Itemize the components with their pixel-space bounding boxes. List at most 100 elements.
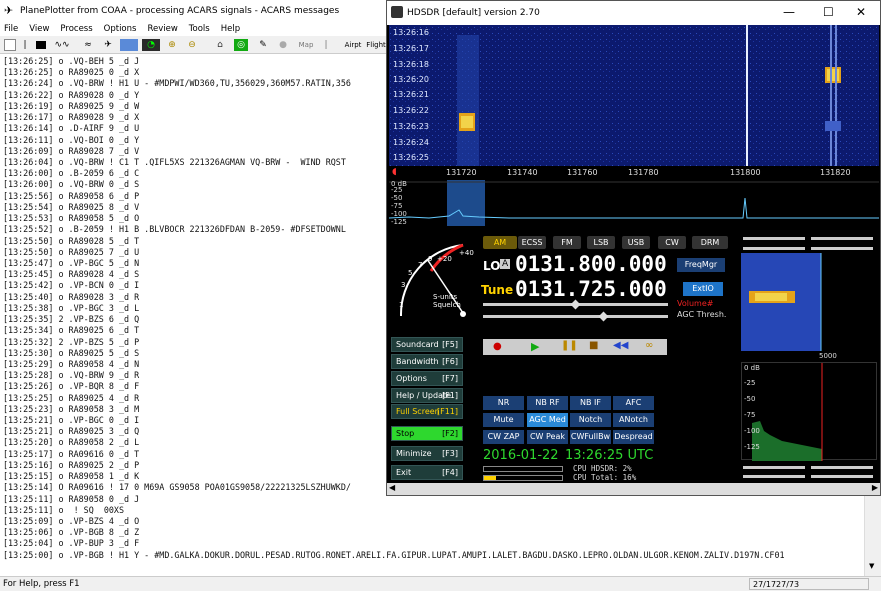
maximize-icon[interactable]: ☐ <box>823 5 834 19</box>
notch-button[interactable]: Notch <box>570 413 611 427</box>
mode-am-button[interactable]: AM <box>483 236 517 249</box>
right-slider[interactable] <box>811 247 873 250</box>
smeter-scale-label: +40 <box>459 249 474 257</box>
nr-button[interactable]: NR <box>483 396 524 410</box>
bandwidth-button[interactable]: Bandwidth [F6] <box>391 354 463 369</box>
afc-button[interactable]: AFC <box>613 396 654 410</box>
cw-zap-button[interactable]: CW ZAP <box>483 430 524 444</box>
waterfall-display[interactable]: 13:26:16 13:26:17 13:26:18 13:26:20 13:2… <box>389 25 879 166</box>
record-icon[interactable]: ● <box>493 341 502 352</box>
lo-frequency[interactable]: 0131.800.000 <box>515 252 667 276</box>
extio-button[interactable]: ExtIO <box>683 282 723 296</box>
right-slider[interactable] <box>743 475 805 478</box>
flight-button[interactable]: Flight <box>366 39 386 51</box>
agc-slider-knob[interactable] <box>598 311 609 322</box>
scroll-right-icon[interactable]: ▶ <box>872 483 878 492</box>
mode-cw-button[interactable]: CW <box>658 236 686 249</box>
sine-icon[interactable]: ≈ <box>78 39 98 51</box>
agc-med-button[interactable]: AGC Med <box>527 413 568 427</box>
scroll-down-icon[interactable]: ▼ <box>869 562 877 570</box>
right-slider[interactable] <box>811 466 873 469</box>
menu-options[interactable]: Options <box>104 24 137 34</box>
stop-button[interactable]: Stop [F2] <box>391 426 463 441</box>
menu-view[interactable]: View <box>29 24 49 34</box>
disc-icon[interactable]: ● <box>278 39 288 51</box>
stop-square-icon[interactable] <box>36 41 46 49</box>
mode-drm-button[interactable]: DRM <box>692 236 728 249</box>
play-icon[interactable]: ▶ <box>531 340 539 353</box>
options-button[interactable]: Options [F7] <box>391 371 463 386</box>
menu-file[interactable]: File <box>4 24 18 34</box>
menu-process[interactable]: Process <box>60 24 92 34</box>
new-icon[interactable] <box>4 39 16 51</box>
soundcard-button[interactable]: Soundcard [F5] <box>391 337 463 352</box>
close-icon[interactable]: ✕ <box>856 5 866 19</box>
cw-fullbw-button[interactable]: CWFullBw <box>570 430 611 444</box>
mini-spectrum[interactable]: 0 dB -25 -50 -75 -100 -125 <box>741 362 877 461</box>
cpu-total-text: CPU Total: 16% <box>573 473 637 482</box>
home-icon[interactable]: ⌂ <box>214 39 226 51</box>
menu-review[interactable]: Review <box>147 24 177 34</box>
right-slider[interactable] <box>743 247 805 250</box>
time-display: 13:26:25 UTC <box>565 448 654 463</box>
right-slider[interactable] <box>743 466 805 469</box>
frequency-axis[interactable]: ◖ 131720 131740 131760 131780 131800 131… <box>389 166 879 180</box>
log-line: [13:25:28] o .VQ-BRW 9 _d R <box>3 370 140 381</box>
menu-tools[interactable]: Tools <box>189 24 210 34</box>
zoom-out-icon[interactable]: ⊖ <box>186 39 198 51</box>
full-screen-button[interactable]: Full Screen [F11] <box>391 404 463 419</box>
despread-button[interactable]: Despread <box>613 430 654 444</box>
log-line: [13:25:45] o RA89028 4 _d S <box>3 269 140 280</box>
right-slider[interactable] <box>743 237 805 240</box>
map-button[interactable]: Map <box>296 39 316 51</box>
mini-waterfall[interactable] <box>741 253 877 351</box>
right-slider[interactable] <box>811 475 873 478</box>
waterfall-time: 13:26:20 <box>393 75 429 84</box>
button-shortcut: [F6] <box>442 357 458 366</box>
scroll-left-icon[interactable]: ◀ <box>389 483 395 492</box>
waterfall-time: 13:26:23 <box>393 122 429 131</box>
mute-button[interactable]: Mute <box>483 413 524 427</box>
stop-icon[interactable]: ■ <box>589 340 598 351</box>
marker-left-icon[interactable]: ◖ <box>392 167 397 177</box>
map-view-icon[interactable] <box>120 39 138 51</box>
right-slider[interactable] <box>811 237 873 240</box>
mode-ecss-button[interactable]: ECSS <box>518 236 546 249</box>
zoom-in-icon[interactable]: ⊕ <box>166 39 178 51</box>
loop-icon[interactable]: ∞ <box>645 340 653 351</box>
tune-frequency[interactable]: 0131.725.000 <box>515 277 667 301</box>
anotch-button[interactable]: ANotch <box>613 413 654 427</box>
spectrum-display[interactable]: 0 dB -25 -50 -75 -100 -125 <box>389 180 879 226</box>
nb-if-button[interactable]: NB IF <box>570 396 611 410</box>
exit-button[interactable]: Exit [F4] <box>391 465 463 480</box>
log-line: [13:25:53] o RA89058 5 _d O <box>3 213 140 224</box>
volume-label: Volume# <box>677 299 714 308</box>
log-line: [13:25:04] o .VP-BUP 3 _d F <box>3 538 140 549</box>
scope-icon[interactable]: ◔ <box>142 39 160 51</box>
freqmgr-button[interactable]: FreqMgr <box>677 258 725 272</box>
minimize-button[interactable]: Minimize [F3] <box>391 446 463 461</box>
wave-icon[interactable]: ∿∿ <box>52 39 72 51</box>
nb-rf-button[interactable]: NB RF <box>527 396 568 410</box>
volume-slider-knob[interactable] <box>570 299 581 310</box>
plane-tool-icon[interactable]: ✈ <box>102 39 114 51</box>
airport-button[interactable]: Airpt <box>342 39 364 51</box>
rewind-icon[interactable]: ◀◀ <box>613 340 628 351</box>
mode-fm-button[interactable]: FM <box>553 236 581 249</box>
cw-peak-button[interactable]: CW Peak <box>527 430 568 444</box>
minimize-icon[interactable]: — <box>783 5 795 19</box>
log-line: [13:26:25] o .VQ-BEH 5 _d J <box>3 56 140 66</box>
mode-usb-button[interactable]: USB <box>622 236 650 249</box>
log-line: [13:25:50] o RA89028 5 _d T <box>3 235 140 246</box>
target-icon[interactable]: ◎ <box>234 39 248 51</box>
pause-icon[interactable]: ❚❚ <box>561 340 578 351</box>
hdsdr-horizontal-scrollbar[interactable]: ◀ ▶ <box>387 483 880 495</box>
transport-bar: ● ▶ ❚❚ ■ ◀◀ ∞ <box>483 339 667 355</box>
tools-icon[interactable]: ✎ <box>256 39 270 51</box>
lo-a-button[interactable]: A <box>500 259 511 269</box>
help-update-button[interactable]: Help / Update [F1] <box>391 388 463 403</box>
mode-lsb-button[interactable]: LSB <box>587 236 615 249</box>
agc-slider[interactable] <box>483 315 668 318</box>
mini-db-label: -100 <box>744 427 760 435</box>
menu-help[interactable]: Help <box>221 24 240 34</box>
